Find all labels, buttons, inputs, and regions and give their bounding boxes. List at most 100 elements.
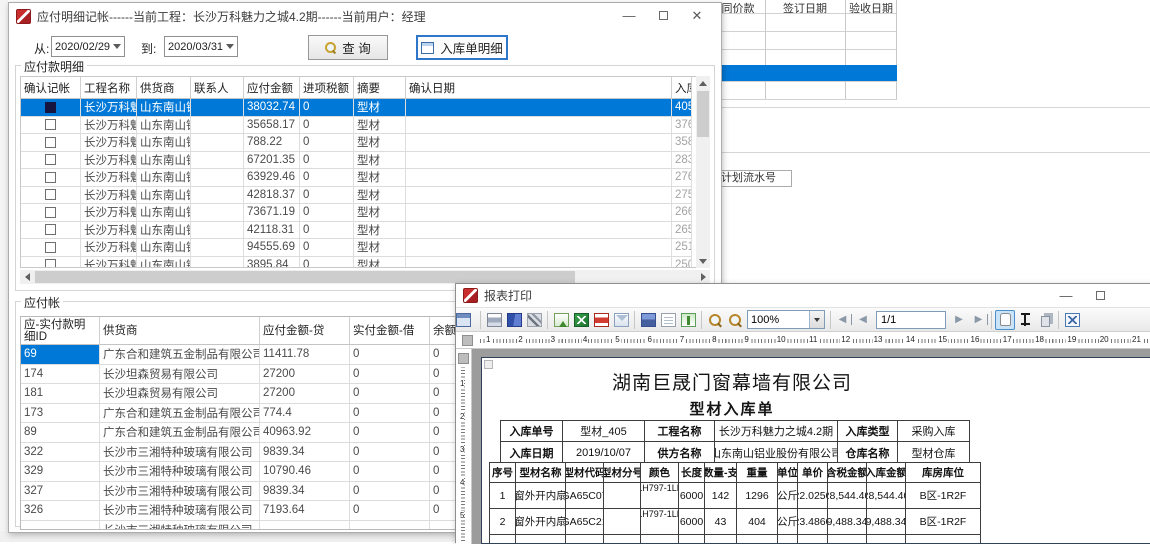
row-cell-confirm-date[interactable] (406, 117, 672, 135)
column-header[interactable]: 工程名称 (81, 77, 137, 99)
row-cell-amount[interactable]: 788.22 (244, 134, 300, 152)
row-cell-confirm-date[interactable] (406, 222, 672, 240)
row-cell-confirm-date[interactable] (406, 152, 672, 170)
row-cell-contact[interactable] (191, 204, 244, 222)
first-page-button[interactable]: ◀ (834, 314, 852, 325)
row-cell-confirm[interactable] (21, 257, 81, 269)
row-cell-summary[interactable]: 型材 (354, 222, 406, 240)
row-cell-summary[interactable]: 型材 (354, 187, 406, 205)
ruler-marker[interactable] (462, 335, 473, 346)
query-button[interactable]: 查 询 (308, 35, 388, 60)
copy-button[interactable] (1035, 310, 1055, 330)
row-cell-summary[interactable]: 型材 (354, 117, 406, 135)
row-cell-inbound-no[interactable]: 251 (672, 239, 692, 257)
title-bar[interactable]: 应付明细记帐------当前工程：长沙万科魅力之城4.2期------当前用户：… (9, 3, 721, 29)
row-cell-inbound-no[interactable]: 265 (672, 222, 692, 240)
row-cell-amount[interactable]: 3895.84 (244, 257, 300, 269)
row-cell-credit[interactable]: 10790.46 (260, 462, 350, 482)
row-cell-supplier[interactable]: 山东南山铝业... (137, 169, 191, 187)
row-cell-confirm-date[interactable] (406, 169, 672, 187)
column-header[interactable]: 确认日期 (406, 77, 672, 99)
column-header[interactable]: 应付金额 (244, 77, 300, 99)
scrollbar-thumb[interactable] (697, 91, 709, 137)
row-cell-inbound-no[interactable]: 275 (672, 187, 692, 205)
confirm-checkbox[interactable] (45, 154, 56, 165)
prev-page-button[interactable]: ◀ (852, 314, 874, 325)
book-button[interactable] (504, 310, 524, 330)
row-cell-id[interactable] (21, 521, 100, 531)
row-cell-contact[interactable] (191, 257, 244, 269)
minimize-button[interactable]: — (1049, 288, 1083, 303)
row-cell-supplier[interactable]: 长沙市三湘特种玻璃有限公司 (100, 521, 260, 531)
row-cell-id[interactable]: 173 (21, 404, 100, 424)
row-cell-supplier[interactable]: 长沙市三湘特种玻璃有限公司 (100, 462, 260, 482)
to-date-select[interactable]: 2020/03/31 (164, 36, 238, 57)
row-cell-project[interactable]: 长沙万科魅力... (81, 257, 137, 269)
print-button[interactable] (484, 310, 504, 330)
row-cell-tax[interactable]: 0 (300, 99, 354, 117)
row-cell-confirm-date[interactable] (406, 134, 672, 152)
row-cell-debit[interactable]: 0 (350, 345, 430, 365)
row-cell-project[interactable]: 长沙万科魅力... (81, 99, 137, 117)
row-cell-confirm[interactable] (21, 99, 81, 117)
row-cell-inbound-no[interactable]: 358 (672, 134, 692, 152)
row-cell-supplier[interactable]: 山东南山铝业... (137, 117, 191, 135)
row-cell-credit[interactable]: 40963.92 (260, 423, 350, 443)
zoom-out-button[interactable] (725, 310, 745, 330)
row-cell-amount[interactable]: 94555.69 (244, 239, 300, 257)
column-header[interactable]: 进项税额 (300, 77, 354, 99)
row-cell-supplier[interactable]: 长沙市三湘特种玻璃有限公司 (100, 501, 260, 521)
confirm-checkbox[interactable] (45, 242, 56, 253)
row-cell-debit[interactable]: 0 (350, 501, 430, 521)
zoom-select[interactable]: 100% (747, 310, 825, 329)
row-cell-tax[interactable]: 0 (300, 204, 354, 222)
confirm-checkbox[interactable] (45, 137, 56, 148)
row-cell-id[interactable]: 329 (21, 462, 100, 482)
row-cell-project[interactable]: 长沙万科魅力... (81, 117, 137, 135)
column-header[interactable]: 供货商 (100, 317, 260, 345)
row-cell-summary[interactable]: 型材 (354, 239, 406, 257)
row-cell-contact[interactable] (191, 152, 244, 170)
row-cell-confirm-date[interactable] (406, 204, 672, 222)
row-cell-supplier[interactable]: 山东南山铝业... (137, 99, 191, 117)
confirm-checkbox[interactable] (45, 102, 56, 113)
row-cell-amount[interactable]: 42818.37 (244, 187, 300, 205)
row-cell-summary[interactable]: 型材 (354, 134, 406, 152)
title-bar[interactable]: 报表打印 — (456, 284, 1150, 307)
column-header[interactable]: 确认记帐 (21, 77, 81, 99)
row-cell-supplier[interactable]: 山东南山铝业... (137, 239, 191, 257)
row-cell-amount[interactable]: 35658.17 (244, 117, 300, 135)
last-page-button[interactable]: ▶ (970, 314, 988, 325)
row-cell-supplier[interactable]: 长沙市三湘特种玻璃有限公司 (100, 482, 260, 502)
row-cell-summary[interactable]: 型材 (354, 152, 406, 170)
vertical-scrollbar[interactable] (696, 76, 710, 268)
row-cell-supplier[interactable]: 山东南山铝业... (137, 134, 191, 152)
confirm-checkbox[interactable] (45, 189, 56, 200)
row-cell-debit[interactable]: 0 (350, 384, 430, 404)
grid-button[interactable] (678, 310, 698, 330)
row-cell-id[interactable]: 69 (21, 345, 100, 365)
row-cell-credit[interactable]: 11411.78 (260, 345, 350, 365)
row-cell-debit[interactable]: 0 (350, 443, 430, 463)
row-cell-tax[interactable]: 0 (300, 239, 354, 257)
row-cell-project[interactable]: 长沙万科魅力... (81, 152, 137, 170)
export-button[interactable] (551, 310, 571, 330)
row-cell-confirm[interactable] (21, 239, 81, 257)
row-cell-supplier[interactable]: 山东南山铝业... (137, 204, 191, 222)
row-cell-id[interactable]: 327 (21, 482, 100, 502)
mail-button[interactable] (611, 310, 631, 330)
maximize-button[interactable] (1083, 288, 1117, 303)
excel-button[interactable] (571, 310, 591, 330)
row-cell-supplier[interactable]: 长沙坦森贸易有限公司 (100, 384, 260, 404)
selected-empty-row[interactable] (700, 65, 897, 81)
row-cell-confirm-date[interactable] (406, 239, 672, 257)
confirm-checkbox[interactable] (45, 207, 56, 218)
row-cell-contact[interactable] (191, 187, 244, 205)
row-cell-contact[interactable] (191, 134, 244, 152)
row-cell-supplier[interactable]: 山东南山铝业... (137, 257, 191, 269)
row-cell-debit[interactable]: 0 (350, 404, 430, 424)
row-cell-contact[interactable] (191, 239, 244, 257)
row-cell-supplier[interactable]: 广东合和建筑五金制品有限公司 (100, 404, 260, 424)
column-header[interactable]: 应-实付款明细ID (21, 317, 100, 345)
row-cell-debit[interactable]: 0 (350, 423, 430, 443)
